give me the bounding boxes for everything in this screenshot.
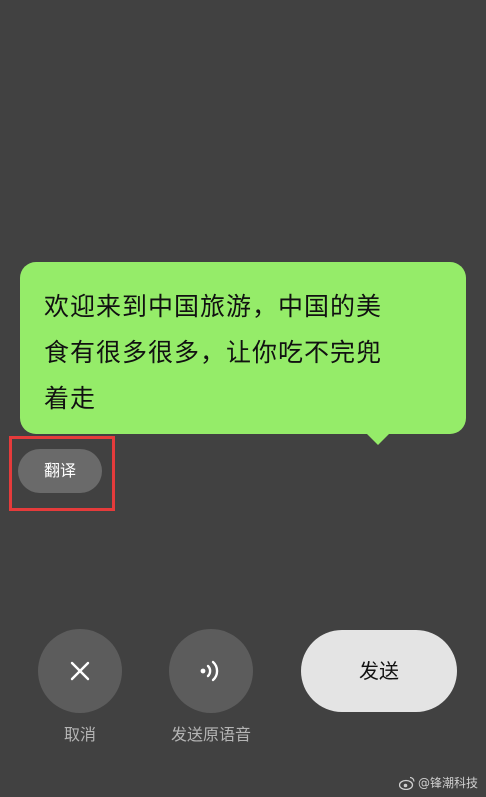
voice-wave-icon <box>200 660 219 682</box>
close-icon <box>70 661 90 681</box>
weibo-icon <box>398 776 415 790</box>
send-original-voice-label: 发送原语音 <box>170 725 251 744</box>
message-line-3: 着走 <box>44 384 97 413</box>
send-button[interactable]: 发送 <box>301 630 457 712</box>
watermark-text: @锋潮科技 <box>417 776 478 790</box>
cancel-label: 取消 <box>63 725 96 744</box>
watermark: @锋潮科技 <box>398 774 478 791</box>
message-line-1: 欢迎来到中国旅游，中国的美 <box>44 292 383 321</box>
message-line-2: 食有很多很多，让你吃不完兜 <box>44 338 383 367</box>
bubble-tail <box>366 433 390 445</box>
message-bubble[interactable]: 欢迎来到中国旅游，中国的美 食有很多很多，让你吃不完兜 着走 <box>20 262 466 434</box>
translate-button[interactable]: 翻译 <box>18 449 102 493</box>
send-original-voice-button[interactable] <box>169 629 253 713</box>
cancel-button[interactable] <box>38 629 122 713</box>
